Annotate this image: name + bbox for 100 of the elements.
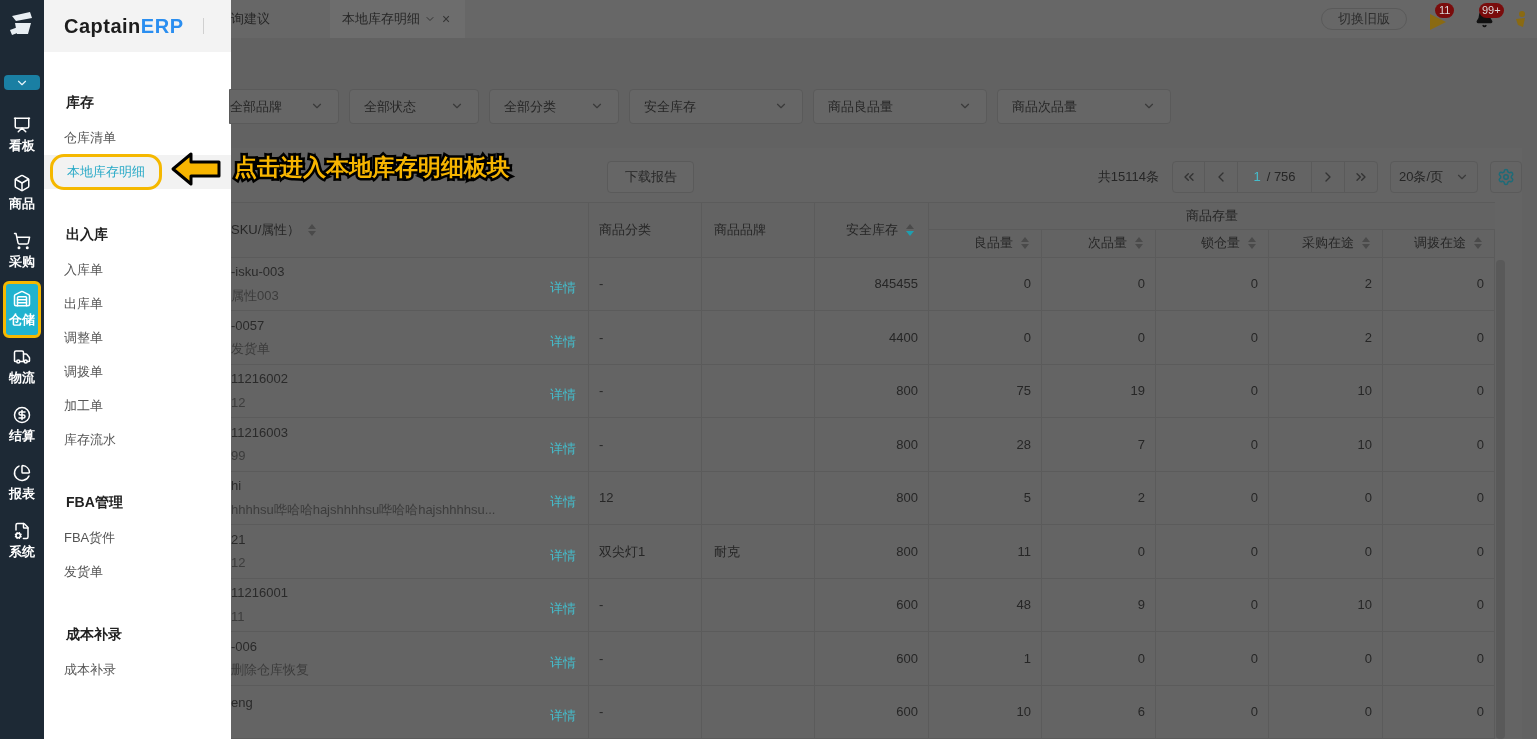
close-tab[interactable]: ×: [442, 8, 451, 30]
section-title: 成本补录: [65, 625, 123, 644]
sort-icon[interactable]: [1021, 237, 1029, 249]
filter-select[interactable]: 安全库存: [629, 88, 803, 124]
detail-link[interactable]: 详情: [550, 599, 576, 619]
detail-link[interactable]: 详情: [550, 545, 576, 565]
rail-item[interactable]: 报表: [3, 455, 41, 512]
sort-icon[interactable]: [906, 223, 914, 236]
table-cell-text: 28: [1016, 435, 1031, 454]
menu-item[interactable]: FBA货件: [50, 523, 130, 553]
settings-icon: [1497, 167, 1515, 186]
rail-item[interactable]: 结算: [3, 397, 41, 454]
menu-item[interactable]: 出库单: [50, 289, 117, 319]
filter-select[interactable]: 商品良品量: [813, 88, 987, 124]
menu-item[interactable]: 调整单: [50, 323, 117, 353]
table-cell-text: 耐克: [714, 542, 740, 561]
table-cell-text: 19: [1130, 382, 1145, 400]
rail-label: 仓储: [9, 310, 35, 329]
rail-item[interactable]: 商品: [3, 165, 41, 222]
page-input[interactable]: 1: [1253, 166, 1261, 187]
sort-icon[interactable]: [1362, 237, 1370, 249]
rail-item[interactable]: 看板: [3, 107, 41, 164]
table-cell-text: -: [599, 596, 604, 614]
total-count: 共15114条: [1097, 167, 1159, 186]
menu-item[interactable]: 仓库清单: [50, 123, 130, 153]
table-cell-text: 2: [1364, 328, 1372, 347]
table-cell-text: 10: [1357, 382, 1372, 400]
page-tab[interactable]: 本地库存明细 ×: [330, 0, 465, 38]
table-cell-text: 48: [1016, 596, 1031, 614]
table-cell-text: 800: [896, 489, 918, 507]
settings-button[interactable]: [1490, 160, 1522, 193]
menu-item[interactable]: 发货单: [50, 557, 117, 587]
filter-select[interactable]: 全部状态: [349, 88, 479, 124]
detail-link[interactable]: 详情: [550, 492, 576, 512]
sort-icon[interactable]: [308, 223, 317, 236]
table-cell-text: 0: [1250, 489, 1258, 507]
truck-icon: [13, 347, 31, 366]
page-tab[interactable]: 询建议: [231, 0, 270, 38]
download-button[interactable]: 下载报告: [607, 160, 694, 193]
sort-icon[interactable]: [1248, 237, 1256, 249]
table-cell-text: 4400: [889, 328, 918, 347]
filter-select[interactable]: 全部品牌: [229, 88, 339, 124]
table-cell-text: 12: [599, 489, 614, 507]
column-header: 商品分类: [589, 202, 702, 257]
detail-link[interactable]: 详情: [550, 278, 576, 298]
table-cell-text: 0: [1476, 649, 1484, 668]
table-cell-text: -: [599, 649, 604, 668]
table-cell-text: 0: [1023, 275, 1031, 293]
filter-select[interactable]: 商品次品量: [997, 88, 1171, 124]
table-cell-text: 0: [1137, 649, 1145, 668]
table-cell-text: 845455: [874, 275, 918, 293]
table-cell-text: 0: [1476, 435, 1484, 454]
table-cell-text: 0: [1250, 435, 1258, 454]
pie-chart-icon: [13, 463, 31, 482]
table-cell-text: 7: [1137, 435, 1145, 454]
detail-link[interactable]: 详情: [550, 438, 576, 458]
sku-text: hi: [231, 477, 243, 496]
flag-icon[interactable]: [1429, 13, 1447, 31]
table-cell-text: 0: [1250, 596, 1258, 614]
table-cell-text: 1: [1023, 649, 1031, 668]
detail-link[interactable]: 详情: [550, 652, 576, 672]
annotation-text: 点击进入本地库存明细板块: [234, 153, 510, 182]
table-cell-text: 10: [1016, 703, 1031, 721]
table-cell-text: 600: [896, 649, 918, 668]
column-header: 良品量: [929, 229, 1042, 257]
dollar-icon: [13, 405, 31, 424]
menu-item[interactable]: 成本补录: [50, 655, 130, 685]
section-title: FBA管理: [65, 493, 124, 512]
table-cell-text: 0: [1476, 489, 1484, 507]
collapse-button[interactable]: [4, 75, 40, 90]
table-cell-text: 0: [1023, 328, 1031, 347]
table-cell-text: -: [599, 703, 604, 721]
menu-item[interactable]: 调拨单: [50, 357, 117, 387]
section-title: 库存: [65, 93, 95, 112]
rail-item[interactable]: 系统: [3, 513, 41, 570]
menu-item[interactable]: 入库单: [50, 255, 117, 285]
table-cell-text: 0: [1364, 649, 1372, 668]
detail-link[interactable]: 详情: [550, 331, 576, 351]
sort-icon[interactable]: [1135, 237, 1143, 249]
table-cell-text: 0: [1137, 542, 1145, 561]
rail-item[interactable]: 仓储: [3, 281, 41, 338]
sort-icon[interactable]: [1474, 237, 1482, 249]
page-size-select[interactable]: 20条/页: [1390, 160, 1478, 193]
detail-link[interactable]: 详情: [550, 706, 576, 726]
column-header: 采购在途: [1269, 229, 1383, 257]
table-cell-text: 0: [1476, 382, 1484, 400]
menu-item[interactable]: 库存流水: [50, 425, 130, 455]
menu-item[interactable]: 加工单: [50, 391, 117, 421]
table-cell-text: 0: [1250, 542, 1258, 561]
menu-item[interactable]: 本地库存明细: [50, 154, 162, 190]
rail-item[interactable]: 采购: [3, 223, 41, 280]
rail-label: 报表: [9, 484, 35, 503]
detail-link[interactable]: 详情: [550, 385, 576, 405]
filter-select[interactable]: 全部分类: [489, 88, 619, 124]
table-cell-text: 0: [1476, 328, 1484, 347]
table-cell-text: 800: [896, 542, 918, 561]
table-cell-text: 5: [1023, 489, 1031, 507]
board-icon: [13, 115, 31, 134]
group-header: 商品存量: [929, 202, 1495, 230]
rail-item[interactable]: 物流: [3, 339, 41, 396]
